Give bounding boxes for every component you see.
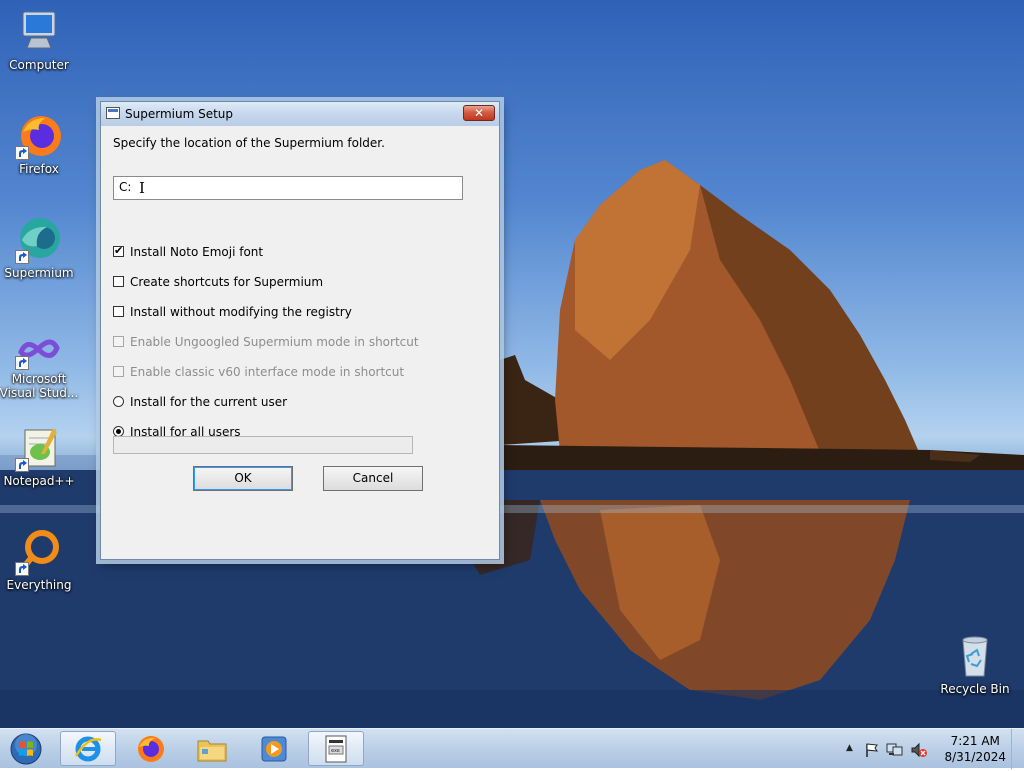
desktop-icon-supermium[interactable]: Supermium [0,216,81,280]
ungoogled-mode-label: Enable Ungoogled Supermium mode in short… [130,335,419,349]
close-button[interactable]: ✕ [463,105,495,121]
desktop-icon-label-line1: Microsoft [11,372,67,386]
desktop-icon-firefox[interactable]: Firefox [0,112,81,176]
media-player-icon [261,736,287,761]
svg-text:exe: exe [331,748,340,754]
desktop-icon-label-line2: Visual Stud... [0,386,79,400]
create-shortcuts-checkbox[interactable]: Create shortcuts for Supermium [113,274,323,290]
window-app-icon [106,107,120,119]
install-current-user-radio[interactable]: Install for the current user [113,394,287,410]
radio-unselected-icon [113,396,124,407]
shortcut-arrow-icon [15,458,29,472]
file-explorer-icon [197,740,227,761]
no-registry-checkbox[interactable]: Install without modifying the registry [113,304,352,320]
show-desktop-button[interactable] [1011,729,1024,769]
show-hidden-icons-chevron-icon[interactable]: ▲ [846,743,853,753]
clock-date: 8/31/2024 [944,750,1006,764]
network-icon[interactable] [886,742,904,758]
dialog-title: Supermium Setup [125,107,234,121]
checkbox-unchecked-icon [113,276,124,287]
install-progress-bar [113,436,413,454]
taskbar: exe ▲ 7:21 AM 8/31/2024 [0,728,1024,769]
close-icon: ✕ [473,106,485,120]
shortcut-arrow-icon [15,250,29,264]
notepadpp-icon [15,424,63,472]
checkbox-checked-icon [113,243,124,259]
taskbar-firefox[interactable] [122,731,178,766]
desktop-icon-notepadpp[interactable]: Notepad++ [0,424,81,488]
desktop-icon-visual-studio[interactable]: Microsoft Visual Stud... [0,330,81,400]
text-cursor-icon: I [139,179,145,197]
start-button[interactable] [4,730,46,768]
desktop-icon-label: Firefox [19,162,59,176]
setup-app-icon: exe [325,735,347,762]
supermium-icon [15,216,63,264]
visual-studio-icon [15,330,63,370]
no-registry-label: Install without modifying the registry [130,305,352,319]
taskbar-clock[interactable]: 7:21 AM 8/31/2024 [944,733,1006,765]
cancel-button[interactable]: Cancel [323,466,423,491]
create-shortcuts-label: Create shortcuts for Supermium [130,275,324,289]
desktop-icon-label: Notepad++ [3,474,75,488]
classic-v60-checkbox: Enable classic v60 interface mode in sho… [113,364,404,380]
folder-path-value: C: [119,180,132,194]
desktop-icon-label: Recycle Bin [940,682,1010,696]
shortcut-arrow-icon [15,146,29,160]
firefox-icon [15,112,63,160]
dialog-client-area: Specify the location of the Supermium fo… [105,126,495,555]
taskbar-internet-explorer[interactable] [60,731,116,766]
computer-icon [15,8,63,56]
firefox-icon [138,735,164,762]
desktop-icon-label: Computer [9,58,69,72]
dialog-titlebar[interactable]: Supermium Setup ✕ [101,102,499,126]
install-current-user-label: Install for the current user [130,395,288,409]
checkbox-disabled-icon [113,336,124,347]
supermium-setup-dialog: Supermium Setup ✕ Specify the location o… [100,101,500,560]
desktop-icon-label: Supermium [4,266,74,280]
desktop-icon-recycle-bin[interactable]: Recycle Bin [933,632,1017,696]
shortcut-arrow-icon [15,356,29,370]
windows-start-orb-icon [10,733,42,765]
install-noto-emoji-checkbox[interactable]: Install Noto Emoji font [113,243,264,260]
checkbox-disabled-icon [113,366,124,377]
install-noto-emoji-label: Install Noto Emoji font [130,245,264,259]
folder-instruction-label: Specify the location of the Supermium fo… [113,136,385,150]
ungoogled-mode-checkbox: Enable Ungoogled Supermium mode in short… [113,334,419,350]
ok-button[interactable]: OK [193,466,293,491]
taskbar-setup-app[interactable]: exe [308,731,364,766]
notification-area: ▲ 7:21 AM 8/31/2024 [840,729,1024,769]
classic-v60-label: Enable classic v60 interface mode in sho… [130,365,405,379]
folder-path-input[interactable]: C: I [113,176,463,200]
desktop-icon-computer[interactable]: Computer [0,8,81,72]
taskbar-media-player[interactable] [246,731,302,766]
recycle-bin-icon [951,632,999,680]
checkbox-unchecked-icon [113,306,124,317]
desktop-icon-label: Everything [6,578,72,592]
clock-time: 7:21 AM [950,734,1000,748]
shortcut-arrow-icon [15,562,29,576]
volume-muted-icon[interactable] [910,742,928,758]
everything-icon [15,528,63,576]
taskbar-file-explorer[interactable] [184,731,240,766]
internet-explorer-icon [74,736,102,761]
desktop-icon-everything[interactable]: Everything [0,528,81,592]
action-center-flag-icon[interactable] [864,742,880,758]
